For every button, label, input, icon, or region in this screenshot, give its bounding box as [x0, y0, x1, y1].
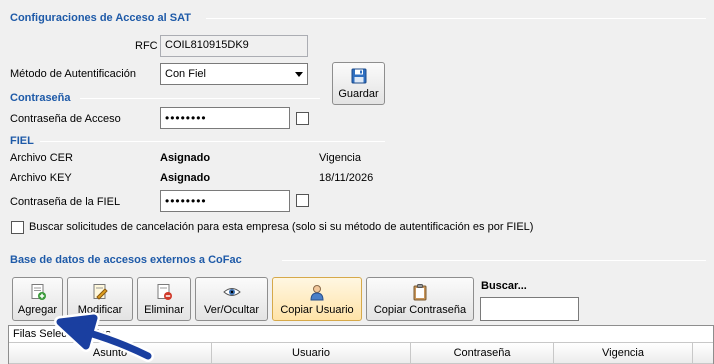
external-db-section-title: Base de datos de accesos externos a CoFa…: [10, 254, 242, 266]
show-access-password-checkbox[interactable]: [296, 112, 309, 125]
toggle-view-button-label: Ver/Ocultar: [203, 304, 260, 316]
delete-button-label: Eliminar: [144, 304, 184, 316]
password-section-divider: [80, 98, 320, 99]
access-password-label: Contraseña de Acceso: [10, 113, 121, 125]
access-password-field[interactable]: ••••••••: [160, 107, 290, 129]
fiel-password-label: Contraseña de la FIEL: [10, 196, 121, 208]
chevron-down-icon: [295, 71, 303, 77]
add-button[interactable]: Agregar: [12, 277, 63, 321]
password-section-title: Contraseña: [10, 92, 71, 104]
add-button-label: Agregar: [17, 304, 58, 316]
fiel-password-field[interactable]: ••••••••: [160, 190, 290, 212]
user-icon: [310, 285, 324, 301]
edit-button[interactable]: Modificar: [67, 277, 133, 321]
key-label: Archivo KEY: [10, 172, 72, 184]
floppy-disk-icon: [351, 68, 366, 84]
auth-method-label: Método de Autentificación: [10, 68, 136, 80]
fiel-section-divider: [40, 141, 385, 142]
auth-method-select[interactable]: Con Fiel: [160, 63, 308, 85]
show-fiel-password-checkbox[interactable]: [296, 194, 309, 207]
edit-document-icon: [93, 284, 108, 300]
delete-document-icon: [157, 284, 172, 300]
toggle-view-button[interactable]: Ver/Ocultar: [195, 277, 268, 321]
validity-date: 18/11/2026: [319, 172, 374, 184]
add-document-icon: [31, 284, 46, 300]
clipboard-icon: [413, 284, 427, 301]
cancel-requests-checkbox[interactable]: [11, 221, 24, 234]
rfc-label: RFC: [135, 40, 158, 52]
validity-label: Vigencia: [319, 152, 361, 164]
column-header-password[interactable]: Contraseña: [411, 343, 554, 363]
search-input[interactable]: [480, 297, 579, 321]
search-label: Buscar...: [481, 280, 527, 292]
fiel-section-title: FIEL: [10, 135, 34, 147]
column-header-subject[interactable]: Asunto: [9, 343, 212, 363]
cer-label: Archivo CER: [10, 152, 73, 164]
grid-header: Asunto Usuario Contraseña Vigencia: [9, 342, 713, 364]
cancel-requests-label: Buscar solicitudes de cancelación para e…: [29, 221, 534, 233]
external-db-section-divider: [282, 260, 706, 261]
access-grid[interactable]: Filas Seleccionadas Asunto Usuario Contr…: [8, 325, 714, 364]
copy-password-button[interactable]: Copiar Contraseña: [366, 277, 474, 321]
column-header-user[interactable]: Usuario: [212, 343, 411, 363]
eye-icon: [222, 288, 241, 296]
copy-password-button-label: Copiar Contraseña: [373, 304, 467, 316]
key-status: Asignado: [160, 172, 211, 184]
cer-status: Asignado: [160, 152, 211, 164]
sat-section-title: Configuraciones de Acceso al SAT: [10, 12, 191, 24]
sat-section-divider: [206, 18, 706, 19]
save-button[interactable]: Guardar: [332, 62, 385, 105]
copy-user-button-label: Copiar Usuario: [280, 304, 354, 316]
delete-button[interactable]: Eliminar: [137, 277, 191, 321]
selected-rows-label: Filas Seleccionadas: [13, 328, 111, 340]
copy-user-button[interactable]: Copiar Usuario: [272, 277, 362, 321]
edit-button-label: Modificar: [77, 304, 123, 316]
rfc-field[interactable]: COIL810915DK9: [160, 35, 308, 57]
column-header-validity[interactable]: Vigencia: [554, 343, 693, 363]
save-button-label: Guardar: [338, 88, 379, 100]
auth-method-value: Con Fiel: [165, 68, 206, 80]
